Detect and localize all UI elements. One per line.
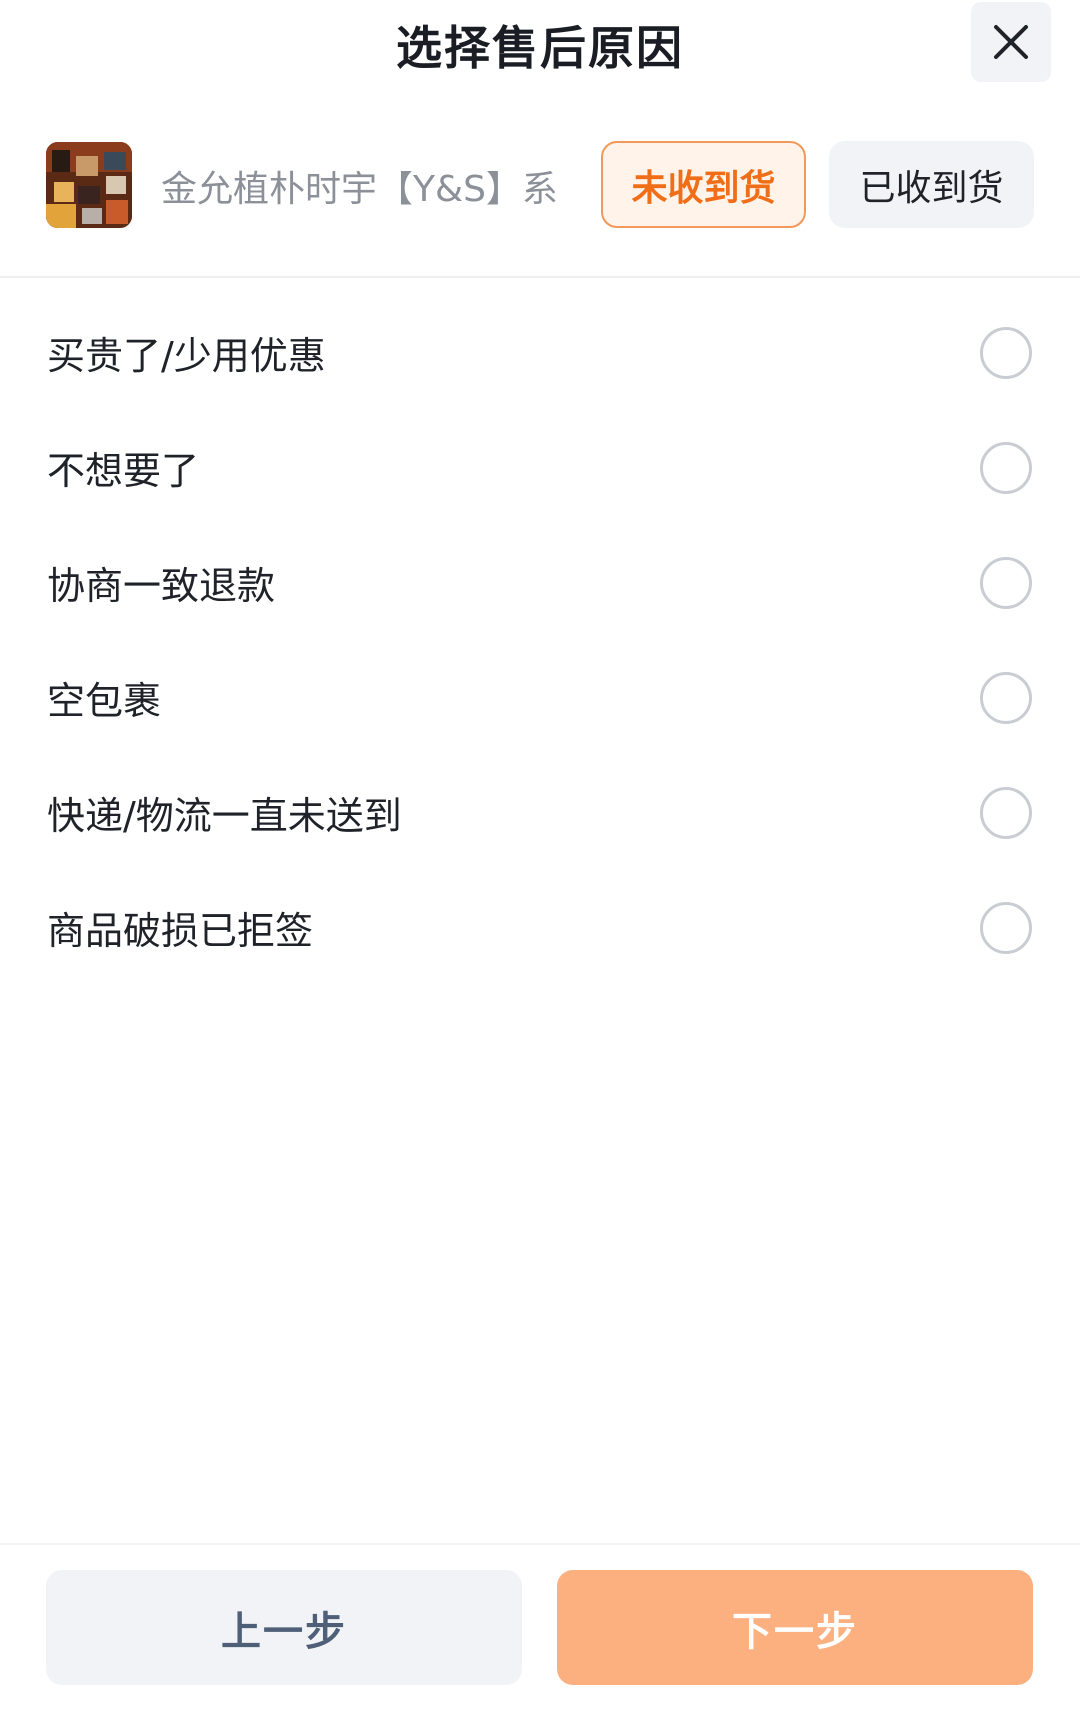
reason-label: 不想要了	[47, 449, 200, 493]
reason-item[interactable]: 商品破损已拒签	[0, 870, 1080, 985]
product-thumbnail	[46, 142, 132, 228]
radio-button[interactable]	[980, 901, 1032, 954]
reason-item[interactable]: 快递/物流一直未送到	[0, 755, 1080, 870]
tab-not-received[interactable]: 未收到货	[601, 141, 806, 228]
radio-button[interactable]	[980, 556, 1032, 609]
reason-item[interactable]: 协商一致退款	[0, 525, 1080, 640]
reason-label: 快递/物流一直未送到	[47, 794, 402, 838]
reason-label: 空包裹	[47, 679, 162, 723]
radio-button[interactable]	[980, 326, 1032, 379]
reason-item[interactable]: 空包裹	[0, 640, 1080, 755]
reason-label: 买贵了/少用优惠	[47, 334, 326, 378]
reason-label: 协商一致退款	[47, 564, 276, 608]
product-row: 金允植朴时宇【Y&S】系 未收到货 已收到货	[0, 138, 1080, 238]
footer-divider	[0, 1543, 1080, 1545]
sheet-header: 选择售后原因	[0, 0, 1080, 100]
page-title: 选择售后原因	[396, 21, 684, 75]
product-name: 金允植朴时宇【Y&S】系	[161, 169, 558, 210]
radio-button[interactable]	[980, 671, 1032, 724]
reason-item[interactable]: 不想要了	[0, 410, 1080, 525]
close-icon	[994, 25, 1028, 59]
radio-button[interactable]	[980, 441, 1032, 494]
radio-button[interactable]	[980, 786, 1032, 839]
next-step-button[interactable]: 下一步	[557, 1570, 1033, 1685]
reason-item[interactable]: 买贵了/少用优惠	[0, 295, 1080, 410]
reason-label: 商品破损已拒签	[47, 909, 314, 953]
reason-list: 买贵了/少用优惠 不想要了 协商一致退款 空包裹 快递/物流一直未送到 商品破损…	[0, 295, 1080, 985]
section-divider	[0, 276, 1080, 278]
close-button[interactable]	[971, 2, 1051, 82]
after-sale-reason-sheet: 选择售后原因 金允植朴时宇【Y&S】系 未收到货 已收到货 买贵了/少用优惠 不…	[0, 0, 1080, 1709]
tab-received[interactable]: 已收到货	[829, 141, 1034, 228]
prev-step-button[interactable]: 上一步	[46, 1570, 522, 1685]
